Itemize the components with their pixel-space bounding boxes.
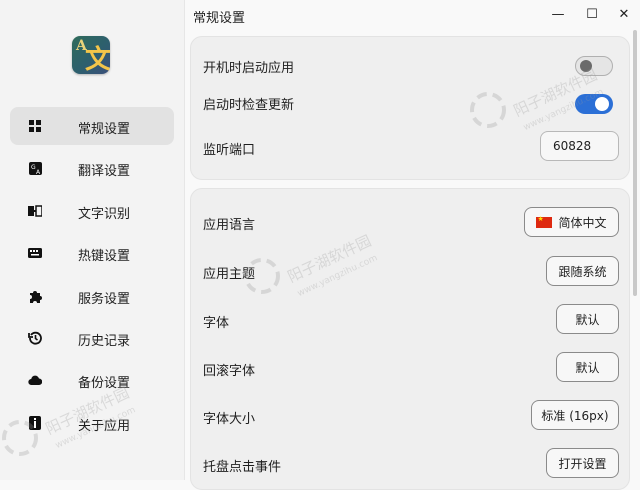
- tray-click-select[interactable]: 打开设置: [546, 448, 619, 478]
- info-icon: [28, 415, 42, 430]
- font-select[interactable]: 默认: [556, 304, 619, 334]
- sidebar-item-backup[interactable]: 备份设置: [10, 361, 174, 399]
- sidebar-item-label: 备份设置: [78, 376, 131, 392]
- sidebar-item-label: 文字识别: [78, 206, 131, 222]
- logo-glyph-large: 文: [85, 45, 110, 74]
- check-update-label: 启动时检查更新: [203, 98, 295, 113]
- scrollbar[interactable]: [633, 30, 637, 296]
- theme-label: 应用主题: [203, 267, 256, 282]
- toggle-knob: [580, 60, 592, 72]
- sidebar-item-history[interactable]: 历史记录: [10, 319, 174, 357]
- sidebar-nav: 常规设置 GA 翻译设置 文字识别 热键设置 服务设置 历史记录 备份设置 关于…: [10, 107, 174, 446]
- keyboard-icon: [28, 246, 42, 260]
- font-size-label: 字体大小: [203, 412, 256, 427]
- font-label: 字体: [203, 316, 230, 331]
- sidebar-item-general[interactable]: 常规设置: [10, 107, 174, 145]
- sidebar-item-label: 历史记录: [78, 333, 131, 349]
- autostart-toggle[interactable]: [575, 56, 613, 76]
- sidebar-item-label: 翻译设置: [78, 164, 131, 180]
- app-logo: A 文: [72, 36, 110, 74]
- sidebar-item-ocr[interactable]: 文字识别: [10, 192, 174, 230]
- check-update-toggle[interactable]: [575, 94, 613, 114]
- language-label: 应用语言: [203, 218, 256, 233]
- port-label: 监听端口: [203, 143, 256, 158]
- port-input[interactable]: 60828: [540, 131, 619, 161]
- sidebar-item-label: 常规设置: [78, 122, 131, 137]
- sidebar: A 文 常规设置 GA 翻译设置 文字识别 热键设置 服务设置 历史记录 备份设…: [0, 0, 185, 480]
- puzzle-icon: [28, 289, 42, 303]
- fallback-font-select[interactable]: 默认: [556, 352, 619, 382]
- general-settings-card: 开机时启动应用 启动时检查更新 监听端口 60828: [190, 36, 630, 180]
- font-size-select[interactable]: 标准 (16px): [531, 400, 619, 430]
- sidebar-item-label: 服务设置: [78, 291, 131, 307]
- translate-icon: GA: [28, 161, 42, 175]
- window-title: 常规设置: [193, 11, 246, 26]
- close-button[interactable]: ✕: [616, 6, 632, 22]
- cloud-icon: [28, 373, 42, 387]
- maximize-button[interactable]: ☐: [584, 6, 600, 22]
- grid-icon: [28, 119, 42, 133]
- sidebar-item-hotkey[interactable]: 热键设置: [10, 234, 174, 272]
- appearance-settings-card: 应用语言 简体中文 应用主题 跟随系统 字体 默认 回滚字体 默认 字体大小 标…: [190, 188, 630, 490]
- history-icon: [28, 331, 42, 345]
- autostart-label: 开机时启动应用: [203, 61, 295, 76]
- minimize-button[interactable]: —: [550, 6, 566, 22]
- sidebar-item-translate[interactable]: GA 翻译设置: [10, 149, 174, 187]
- fallback-font-label: 回滚字体: [203, 364, 256, 379]
- language-select[interactable]: 简体中文: [524, 207, 619, 237]
- sidebar-item-label: 热键设置: [78, 249, 131, 265]
- title-bar: 常规设置 — ☐ ✕: [185, 0, 640, 30]
- china-flag-icon: [536, 215, 553, 228]
- sidebar-item-about[interactable]: 关于应用: [10, 404, 174, 442]
- tray-click-label: 托盘点击事件: [203, 460, 282, 475]
- language-value: 简体中文: [558, 215, 607, 230]
- sidebar-item-service[interactable]: 服务设置: [10, 277, 174, 315]
- theme-select[interactable]: 跟随系统: [546, 256, 619, 286]
- ocr-icon: [28, 204, 42, 218]
- sidebar-item-label: 关于应用: [78, 418, 131, 434]
- toggle-knob: [595, 97, 609, 111]
